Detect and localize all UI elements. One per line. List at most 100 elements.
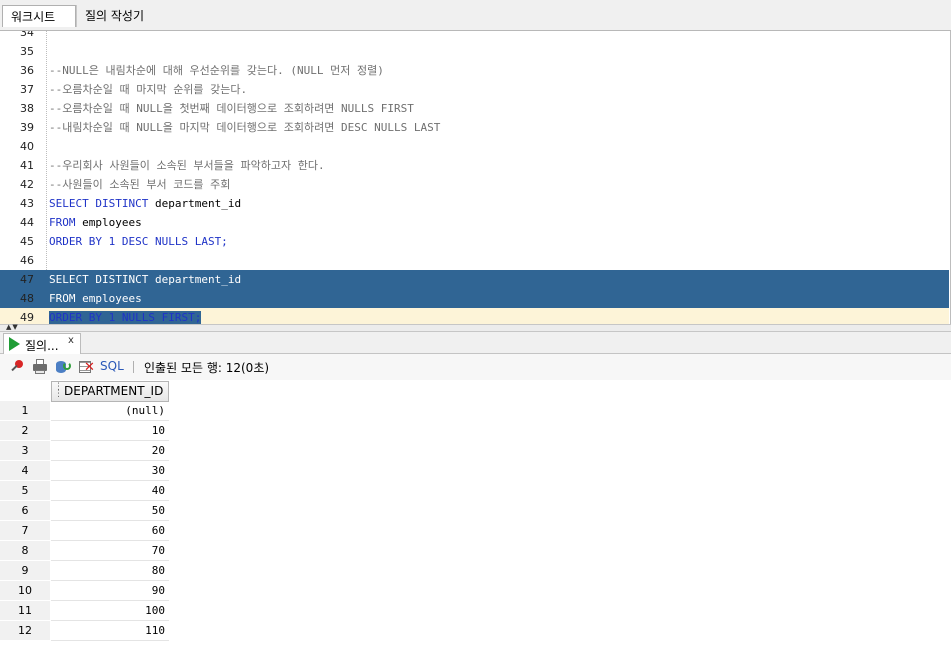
editor-line[interactable]: 44 FROM employees: [0, 213, 949, 232]
editor-line[interactable]: 37 --오름차순일 때 마지막 순위를 갖는다.: [0, 80, 949, 99]
editor-line[interactable]: 36 --NULL은 내림차순에 대해 우선순위를 갖는다. (NULL 먼저 정…: [0, 61, 949, 80]
sql-keyword: SELECT DISTINCT: [49, 273, 155, 286]
department-id-cell[interactable]: 30: [51, 461, 169, 481]
table-row[interactable]: 12 110: [0, 621, 170, 641]
row-number[interactable]: 12: [0, 621, 50, 641]
line-number: 45: [20, 235, 34, 248]
department-id-cell[interactable]: 40: [51, 481, 169, 501]
department-id-cell[interactable]: 110: [51, 621, 169, 641]
editor-line[interactable]: 45 ORDER BY 1 DESC NULLS LAST;: [0, 232, 949, 251]
sql-editor[interactable]: 34 35 36 --NULL은 내림차순에 대해 우선순위를 갖는다. (NULL …: [0, 31, 951, 324]
line-number: 36: [20, 64, 34, 77]
column-header-department-id[interactable]: ⋮ ⋮ DEPARTMENT_ID: [51, 381, 169, 402]
tab-query-builder[interactable]: 질의 작성기: [76, 5, 166, 27]
department-id-cell[interactable]: 60: [51, 521, 169, 541]
department-id-cell[interactable]: 100: [51, 601, 169, 621]
code-text: SELECT DISTINCT department_id: [49, 270, 949, 289]
line-number: 40: [20, 140, 34, 153]
code-token: --오름차순일 때 마지막 순위를 갖는다.: [49, 83, 248, 96]
table-row[interactable]: 10 90: [0, 581, 170, 601]
editor-line[interactable]: 35: [0, 42, 949, 61]
row-number[interactable]: 9: [0, 561, 50, 581]
code-text: ORDER BY 1 NULLS FIRST;: [49, 308, 949, 324]
table-row[interactable]: 1 (null): [0, 401, 170, 421]
table-row[interactable]: 2 10: [0, 421, 170, 441]
tab-query-result[interactable]: 질의... x: [3, 333, 81, 354]
table-row[interactable]: 6 50: [0, 501, 170, 521]
sql-keyword: SELECT DISTINCT: [49, 197, 155, 210]
query-result-tab-label: 질의...: [25, 339, 59, 353]
line-number: 48: [20, 292, 34, 305]
column-header-label: DEPARTMENT_ID: [64, 384, 164, 398]
row-number[interactable]: 4: [0, 461, 50, 481]
sql-button[interactable]: SQL: [100, 359, 124, 373]
line-number: 46: [20, 254, 34, 267]
tab-worksheet[interactable]: 워크시트: [2, 5, 76, 27]
department-id-cell[interactable]: (null): [51, 401, 169, 421]
editor-line[interactable]: 38 --오름차순일 때 NULL을 첫번째 데이터행으로 조회하려면 NULLS…: [0, 99, 949, 118]
row-number[interactable]: 11: [0, 601, 50, 621]
editor-results-splitter[interactable]: ▲▼: [0, 323, 951, 332]
line-number: 49: [20, 311, 34, 324]
collapse-arrows-icon[interactable]: ▲▼: [6, 323, 19, 331]
editor-line[interactable]: 42 --사원들이 소속된 부서 코드를 주회: [0, 175, 949, 194]
editor-line[interactable]: 46: [0, 251, 949, 270]
code-text: ORDER BY 1 DESC NULLS LAST;: [49, 232, 949, 251]
row-number[interactable]: 1: [0, 401, 50, 421]
department-id-cell[interactable]: 10: [51, 421, 169, 441]
line-number: 47: [20, 273, 34, 286]
department-id-cell[interactable]: 90: [51, 581, 169, 601]
table-row[interactable]: 11 100: [0, 601, 170, 621]
editor-line[interactable]: 43 SELECT DISTINCT department_id: [0, 194, 949, 213]
editor-line[interactable]: 49 ORDER BY 1 NULLS FIRST;: [0, 308, 949, 324]
editor-line[interactable]: 47 SELECT DISTINCT department_id: [0, 270, 949, 289]
toolbar-divider: [133, 361, 134, 373]
code-token: --오름차순일 때 NULL을 첫번째 데이터행으로 조회하려면 NULLS F…: [49, 102, 414, 115]
print-icon[interactable]: [32, 359, 48, 375]
department-id-cell[interactable]: 70: [51, 541, 169, 561]
code-token: --우리회사 사원들이 소속된 부서들을 파악하고자 한다.: [49, 159, 325, 172]
row-number[interactable]: 7: [0, 521, 50, 541]
pin-icon[interactable]: [9, 359, 25, 375]
row-number[interactable]: 8: [0, 541, 50, 561]
department-id-cell[interactable]: 20: [51, 441, 169, 461]
editor-line[interactable]: 40: [0, 137, 949, 156]
department-id-cell[interactable]: 80: [51, 561, 169, 581]
line-number: 37: [20, 83, 34, 96]
table-row[interactable]: 8 70: [0, 541, 170, 561]
table-row[interactable]: 7 60: [0, 521, 170, 541]
department-id-cell[interactable]: 50: [51, 501, 169, 521]
row-number[interactable]: 3: [0, 441, 50, 461]
code-token: --내림차순일 때 NULL을 마지막 데이터행으로 조회하려면 DESC NU…: [49, 121, 441, 134]
sql-keyword: FROM: [49, 292, 83, 305]
sql-keyword: FROM: [49, 216, 83, 229]
code-token: --사원들이 소속된 부서 코드를 주회: [49, 178, 231, 191]
code-text: FROM employees: [49, 289, 949, 308]
table-row[interactable]: 9 80: [0, 561, 170, 581]
results-grid[interactable]: ⋮ ⋮ DEPARTMENT_ID 1 (null) 2 10 3 20 4 30 5 40 6 50 7…: [0, 380, 951, 646]
row-number[interactable]: 6: [0, 501, 50, 521]
table-row[interactable]: 4 30: [0, 461, 170, 481]
close-icon[interactable]: x: [68, 335, 74, 346]
editor-line[interactable]: 48 FROM employees: [0, 289, 949, 308]
row-number[interactable]: 10: [0, 581, 50, 601]
table-row[interactable]: 5 40: [0, 481, 170, 501]
fetch-status: 인출된 모든 행: 12(0초): [144, 361, 270, 375]
row-number[interactable]: 5: [0, 481, 50, 501]
code-token: --NULL은 내림차순에 대해 우선순위를 갖는다. (NULL 먼저 정렬): [49, 64, 384, 77]
refresh-icon[interactable]: [55, 359, 71, 375]
code-text: SELECT DISTINCT department_id: [49, 194, 949, 213]
editor-line[interactable]: 39 --내림차순일 때 NULL을 마지막 데이터행으로 조회하려면 DESC …: [0, 118, 949, 137]
line-number: 34: [20, 31, 34, 39]
line-number: 35: [20, 45, 34, 58]
editor-line[interactable]: 34: [0, 31, 949, 42]
editor-line[interactable]: 41 --우리회사 사원들이 소속된 부서들을 파악하고자 한다.: [0, 156, 949, 175]
delete-icon[interactable]: ✕: [78, 359, 95, 375]
code-text: --오름차순일 때 NULL을 첫번째 데이터행으로 조회하려면 NULLS F…: [49, 99, 949, 118]
row-number[interactable]: 2: [0, 421, 50, 441]
table-row[interactable]: 3 20: [0, 441, 170, 461]
code-text: --오름차순일 때 마지막 순위를 갖는다.: [49, 80, 949, 99]
